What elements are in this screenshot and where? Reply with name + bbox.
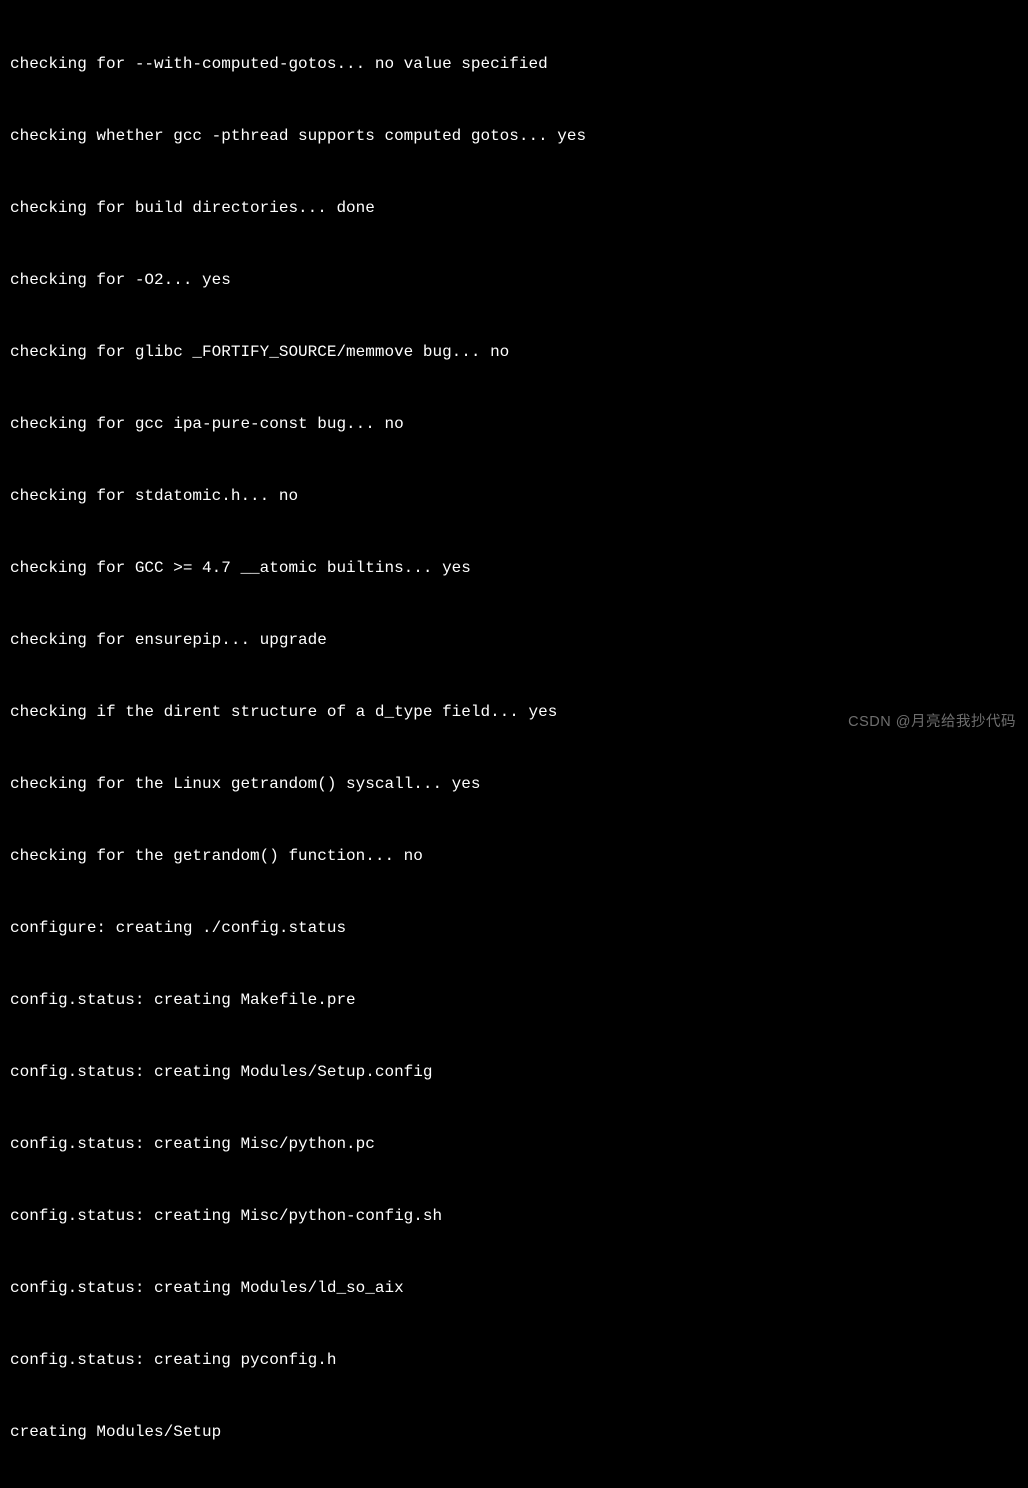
output-line: checking for build directories... done (10, 196, 1018, 220)
output-line: checking for stdatomic.h... no (10, 484, 1018, 508)
output-line: checking for the Linux getrandom() sysca… (10, 772, 1018, 796)
terminal-output: checking for --with-computed-gotos... no… (10, 4, 1018, 1488)
output-line: config.status: creating Misc/python-conf… (10, 1204, 1018, 1228)
output-line: config.status: creating pyconfig.h (10, 1348, 1018, 1372)
output-line: creating Modules/Setup (10, 1420, 1018, 1444)
output-line: checking for gcc ipa-pure-const bug... n… (10, 412, 1018, 436)
watermark: CSDN @月亮给我抄代码 (848, 712, 1016, 734)
output-line: configure: creating ./config.status (10, 916, 1018, 940)
output-line: checking for ensurepip... upgrade (10, 628, 1018, 652)
output-line: config.status: creating Makefile.pre (10, 988, 1018, 1012)
output-line: config.status: creating Misc/python.pc (10, 1132, 1018, 1156)
output-line: checking whether gcc -pthread supports c… (10, 124, 1018, 148)
output-line: config.status: creating Modules/Setup.co… (10, 1060, 1018, 1084)
output-line: checking for -O2... yes (10, 268, 1018, 292)
output-line: checking for the getrandom() function...… (10, 844, 1018, 868)
output-line: checking for glibc _FORTIFY_SOURCE/memmo… (10, 340, 1018, 364)
output-line: checking for GCC >= 4.7 __atomic builtin… (10, 556, 1018, 580)
output-line: checking for --with-computed-gotos... no… (10, 52, 1018, 76)
output-line: config.status: creating Modules/ld_so_ai… (10, 1276, 1018, 1300)
